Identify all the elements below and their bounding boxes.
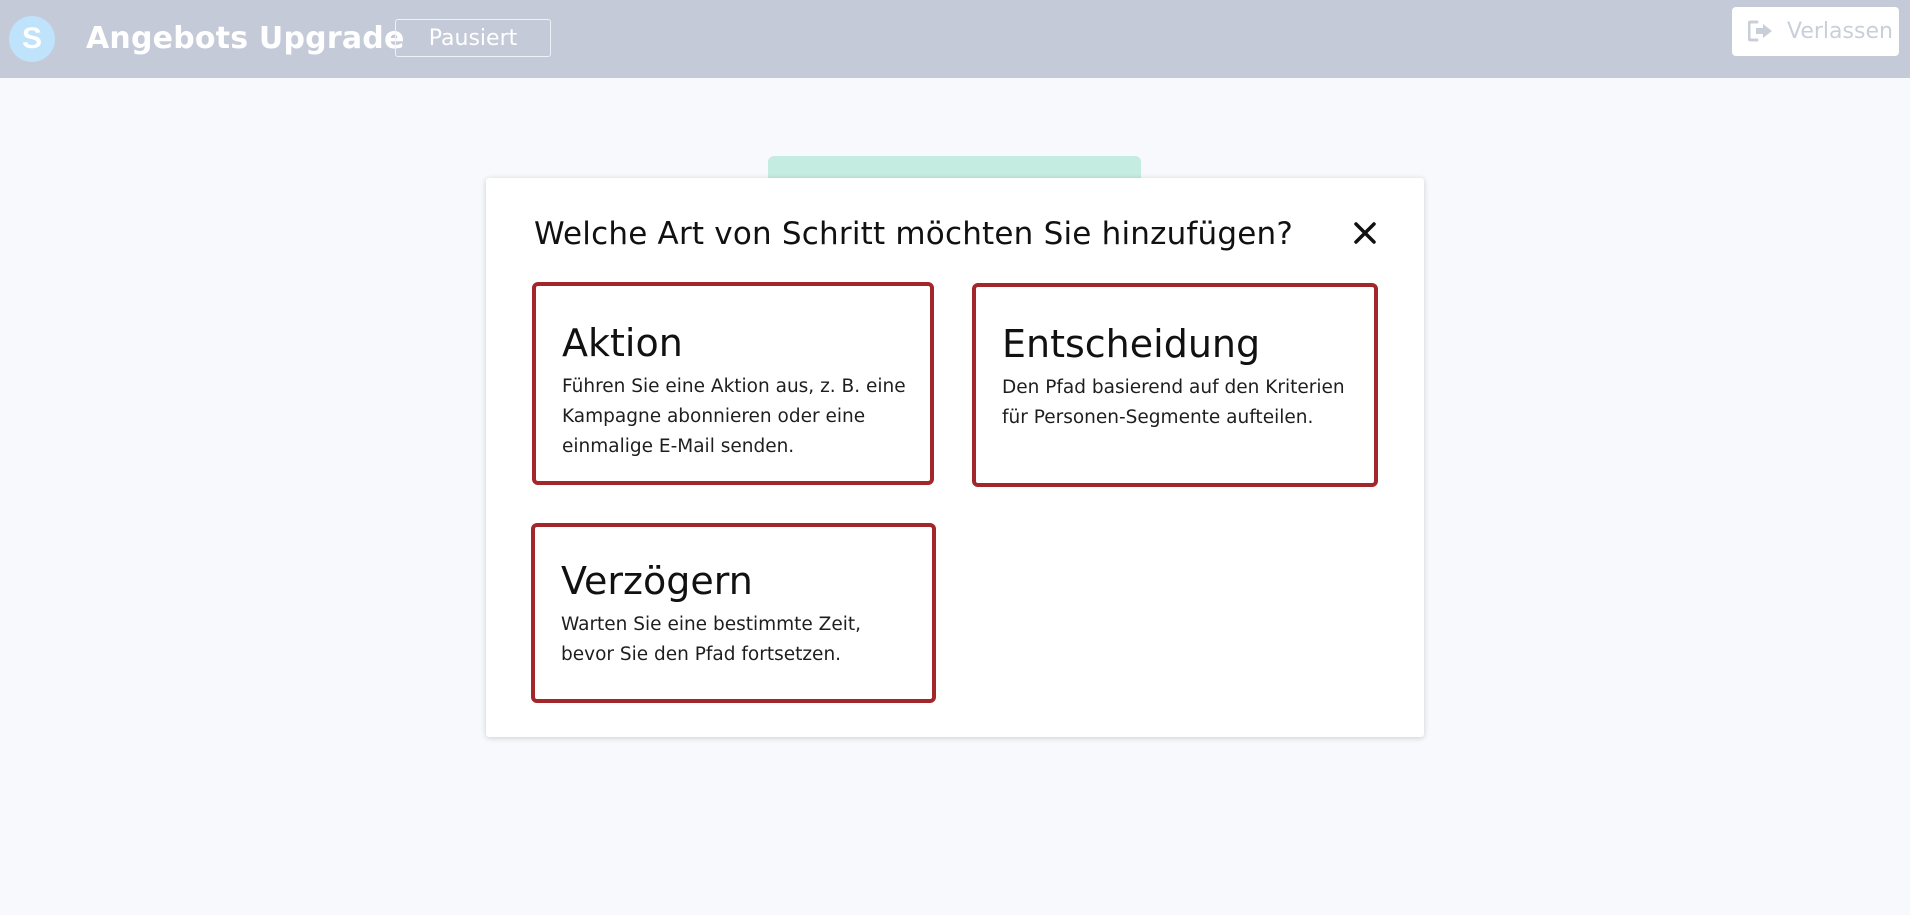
status-button[interactable]: Pausiert [395,19,551,57]
exit-button-label: Verlassen [1787,19,1893,44]
option-card-delay[interactable]: Verzögern Warten Sie eine bestimmte Zeit… [531,523,936,703]
page-title: Angebots Upgrade [86,21,405,56]
modal-title: Welche Art von Schritt möchten Sie hinzu… [534,216,1294,252]
exit-button[interactable]: Verlassen [1732,7,1899,56]
option-title: Aktion [562,321,683,365]
add-step-modal: Welche Art von Schritt möchten Sie hinzu… [486,178,1424,737]
option-description: Den Pfad basierend auf den Kriterien für… [1002,377,1345,428]
option-card-decision[interactable]: Entscheidung Den Pfad basierend auf den … [972,283,1378,487]
app-logo[interactable]: S [9,16,55,62]
option-description: Führen Sie eine Aktion aus, z. B. eine K… [562,376,906,457]
option-title: Verzögern [561,559,753,603]
close-icon [1354,222,1376,244]
option-description: Warten Sie eine bestimmte Zeit, bevor Si… [561,614,861,665]
option-card-action[interactable]: Aktion Führen Sie eine Aktion aus, z. B.… [532,282,934,485]
top-bar: S Angebots Upgrade Pausiert Verlassen [0,0,1910,78]
option-title: Entscheidung [1002,322,1261,366]
sign-out-icon [1748,20,1772,42]
close-button[interactable] [1350,218,1380,248]
